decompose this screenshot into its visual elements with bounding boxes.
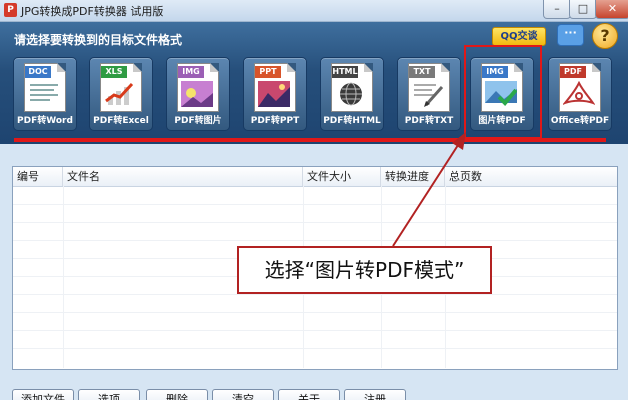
format-tile-pdf-to-word[interactable]: DOC PDF转Word [13,57,77,131]
ppt-slide-icon: PPT [254,63,296,112]
delete-button[interactable]: 删除 [146,389,208,400]
format-tag: HTML [332,66,358,78]
annotation-text: 选择“图片转PDF模式” [264,258,465,282]
office-to-pdf-icon: PDF [559,63,601,112]
format-tag: TXT [409,66,435,78]
format-tile-pdf-to-txt[interactable]: TXT PDF转TXT [397,57,461,131]
excel-chart-icon: XLS [100,63,142,112]
format-label: PDF转Excel [93,116,149,126]
format-tile-pdf-to-image[interactable]: IMG PDF转图片 [166,57,230,131]
format-tag: PDF [560,66,586,78]
format-tag: DOC [25,66,51,78]
clear-button[interactable]: 清空 [212,389,274,400]
txt-pen-icon: TXT [408,63,450,112]
add-file-button[interactable]: 添加文件 [12,389,74,400]
format-label: PDF转Word [17,116,73,126]
maximize-button[interactable]: □ [569,0,597,19]
html-globe-icon: HTML [331,63,373,112]
selected-format-highlight [464,45,542,139]
table-header: 编号 文件名 文件大小 转换进度 总页数 [13,167,617,187]
format-label: PDF转图片 [174,116,222,126]
window-title: JPG转换成PDF转换器 试用版 [21,5,164,18]
image-flower-icon: IMG [177,63,219,112]
word-doc-icon: DOC [24,63,66,112]
title-bar: P JPG转换成PDF转换器 试用版 – □ ✕ [0,0,628,22]
format-tag: IMG [178,66,204,78]
about-button[interactable]: 关于 [278,389,340,400]
table-row [13,312,617,331]
app-pdf-icon: P [4,3,17,17]
help-icon[interactable]: ? [592,23,618,49]
format-label: PDF转HTML [323,116,381,126]
app-window: P JPG转换成PDF转换器 试用版 – □ ✕ 请选择要转换到的目标文件格式 … [0,0,628,400]
column-header-progress[interactable]: 转换进度 [381,167,445,186]
table-row [13,222,617,241]
annotation-callout: 选择“图片转PDF模式” [237,246,492,294]
format-label: PDF转PPT [250,116,300,126]
format-tag: XLS [101,66,127,78]
format-label: PDF转TXT [404,116,454,126]
table-row [13,330,617,349]
format-selection-header: 请选择要转换到的目标文件格式 QQ交谈 ··· ? DOC PDF转Word X… [0,22,628,144]
register-button[interactable]: 注册 [344,389,406,400]
format-tag: PPT [255,66,281,78]
format-tile-pdf-to-excel[interactable]: XLS PDF转Excel [89,57,153,131]
format-prompt: 请选择要转换到的目标文件格式 [14,33,183,47]
table-row [13,294,617,313]
qq-chat-button[interactable]: QQ交谈 [492,27,546,46]
options-button[interactable]: 选项 [78,389,140,400]
column-header-number[interactable]: 编号 [13,167,63,186]
format-label: Office转PDF [550,116,610,126]
column-header-filesize[interactable]: 文件大小 [303,167,381,186]
table-row [13,186,617,205]
minimize-button[interactable]: – [543,0,571,19]
table-row [13,204,617,223]
annotation-underline [14,138,606,142]
format-tile-office-to-pdf[interactable]: PDF Office转PDF [548,57,612,131]
close-button[interactable]: ✕ [595,0,628,19]
format-tile-pdf-to-html[interactable]: HTML PDF转HTML [320,57,384,131]
column-header-filename[interactable]: 文件名 [63,167,303,186]
chat-bubble-icon[interactable]: ··· [557,24,584,46]
column-header-pages[interactable]: 总页数 [445,167,617,186]
format-tile-pdf-to-ppt[interactable]: PPT PDF转PPT [243,57,307,131]
